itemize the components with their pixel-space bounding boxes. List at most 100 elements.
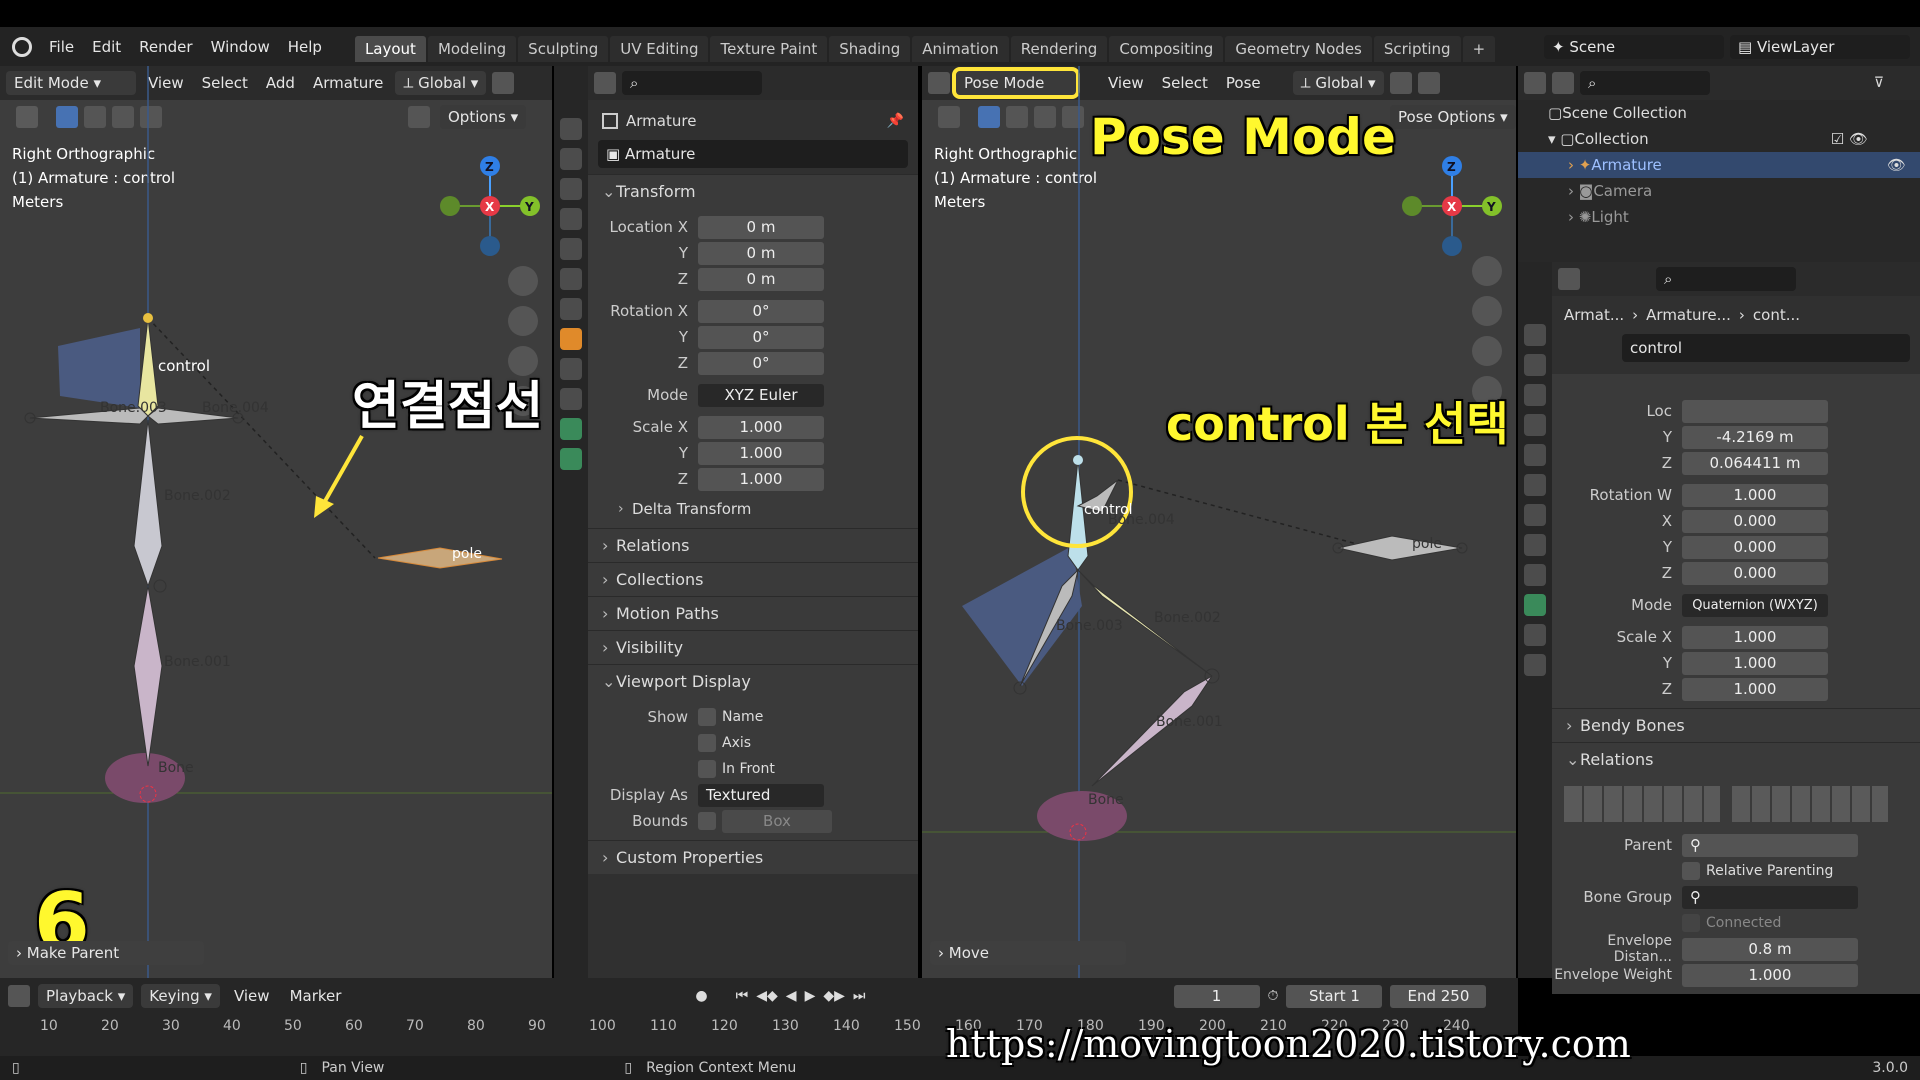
tool-tab-icon[interactable] [1524,324,1546,346]
editor-type-icon[interactable] [8,985,30,1007]
menu-help[interactable]: Help [279,38,331,56]
armature-data-tab-icon[interactable] [1524,564,1546,586]
editor-type-icon[interactable] [594,72,616,94]
current-frame-field[interactable]: 1 [1173,984,1260,1008]
tab-rendering[interactable]: Rendering [1010,36,1108,62]
render-tab-icon[interactable] [560,148,582,170]
right-viewport[interactable]: Pose Mode View Select Pose ⟂ Global ▾ Po… [922,66,1516,978]
breadcrumb-bone[interactable]: cont... [1753,306,1800,324]
collection-tab-icon[interactable] [560,298,582,320]
clock-icon[interactable]: ⏱ [1268,988,1279,1004]
tab-scripting[interactable]: Scripting [1373,36,1461,62]
rotation-w-field[interactable]: 1.000 [1682,483,1828,507]
left-viewport[interactable]: Edit Mode ▾ View Select Add Armature ⟂ G… [0,66,552,978]
rot-z-field[interactable]: 0.000 [1682,561,1828,585]
rotation-z-field[interactable]: 0° [698,351,824,375]
bone-group-field[interactable]: ⚲ [1682,885,1858,909]
end-frame-field[interactable]: End 250 [1390,984,1487,1008]
show-in-front-checkbox[interactable] [698,760,716,778]
jump-end-icon[interactable]: ⏭ [853,988,866,1004]
menu-window[interactable]: Window [202,38,279,56]
play-icon[interactable]: ▶ [805,988,816,1004]
tab-compositing[interactable]: Compositing [1109,36,1224,62]
object-tab-icon[interactable] [560,328,582,350]
modifier-tab-icon[interactable] [560,358,582,380]
left-armature-drawing[interactable] [0,66,552,978]
constraint-tab-icon[interactable] [560,388,582,410]
world-tab-icon[interactable] [560,268,582,290]
custom-properties-section-header[interactable]: › Custom Properties [588,840,918,874]
bendy-bones-section-header[interactable]: › Bendy Bones [1552,708,1920,742]
tab-layout[interactable]: Layout [354,36,426,62]
world-tab-icon[interactable] [1524,444,1546,466]
breadcrumb-object[interactable]: Armat... [1564,306,1624,324]
output-tab-icon[interactable] [1524,384,1546,406]
jump-start-icon[interactable]: ⏮ [736,988,749,1004]
menu-render[interactable]: Render [130,38,201,56]
bone-scale-z-field[interactable]: 1.000 [1682,677,1828,701]
envelope-distance-field[interactable]: 0.8 m [1682,937,1858,961]
editor-type-icon[interactable] [1558,268,1580,290]
delta-transform-header[interactable]: Delta Transform [632,500,751,518]
location-x-field[interactable]: 0 m [698,215,824,239]
tool-tab-icon[interactable] [560,118,582,140]
view-layer-tab-icon[interactable] [560,208,582,230]
scene-tab-icon[interactable] [560,238,582,260]
connected-checkbox[interactable] [1682,914,1700,932]
view-menu[interactable]: View [228,987,276,1005]
outliner-item-armature[interactable]: › ✦ Armature 👁 [1518,152,1920,178]
bone-loc-y-field[interactable]: -4.2169 m [1682,425,1828,449]
visibility-checkbox[interactable]: ☑ 👁 [1831,130,1868,148]
bone-tab-icon[interactable] [1524,594,1546,616]
rotation-y-field[interactable]: 0° [698,325,824,349]
scene-tab-icon[interactable] [1524,414,1546,436]
render-tab-icon[interactable] [1524,354,1546,376]
bone-props-search-input[interactable]: ⌕ [1656,267,1796,291]
rotation-x-field[interactable]: 0° [698,299,824,323]
add-workspace-button[interactable]: + [1462,36,1496,62]
scene-selector[interactable]: ✦ Scene [1544,34,1724,59]
bone-layers-grid[interactable] [1552,782,1920,826]
tab-uv-editing[interactable]: UV Editing [610,36,709,62]
envelope-weight-field[interactable]: 1.000 [1682,963,1858,987]
scale-x-field[interactable]: 1.000 [698,415,824,439]
keying-menu[interactable]: Keying ▾ [141,984,220,1008]
pin-icon[interactable]: 📌 [887,113,904,129]
show-name-checkbox[interactable] [698,708,716,726]
bounds-dropdown[interactable]: Box [722,809,832,833]
armature-data-tab-icon[interactable] [560,418,582,440]
scale-y-field[interactable]: 1.000 [698,441,824,465]
outliner-collection[interactable]: ▾ ▢ Collection ☑ 👁 [1518,126,1920,152]
display-as-dropdown[interactable]: Textured [698,783,824,807]
tab-sculpting[interactable]: Sculpting [518,36,609,62]
editor-type-icon[interactable] [1524,72,1546,94]
menu-edit[interactable]: Edit [83,38,130,56]
last-operator-panel[interactable]: › Move [930,941,1126,965]
relations-section-header[interactable]: › Relations [588,528,918,562]
bone-scale-x-field[interactable]: 1.000 [1682,625,1828,649]
transform-section-header[interactable]: ⌄ Transform [588,174,918,208]
bone-tab-icon[interactable] [560,448,582,470]
armature-visibility-icon[interactable]: 👁 [1887,156,1906,174]
outliner-item-light[interactable]: › ✺ Light [1518,204,1920,230]
record-icon[interactable]: ● [695,988,707,1004]
last-operator-panel[interactable]: › Make Parent [8,941,204,965]
outliner-scene-collection[interactable]: ▢ Scene Collection [1518,100,1920,126]
bone-loc-x-field[interactable] [1682,399,1828,423]
bone-loc-z-field[interactable]: 0.064411 m [1682,451,1828,475]
rot-x-field[interactable]: 0.000 [1682,509,1828,533]
bone-constraint-tab-icon[interactable] [1524,624,1546,646]
rot-y-field[interactable]: 0.000 [1682,535,1828,559]
display-mode-icon[interactable] [1552,72,1574,94]
start-frame-field[interactable]: Start 1 [1286,984,1383,1008]
bone-scale-y-field[interactable]: 1.000 [1682,651,1828,675]
motion-paths-section-header[interactable]: › Motion Paths [588,596,918,630]
next-keyframe-icon[interactable]: ◆▶ [823,988,845,1004]
visibility-section-header[interactable]: › Visibility [588,630,918,664]
view-layer-selector[interactable]: ▤ ViewLayer [1730,34,1910,59]
output-tab-icon[interactable] [560,178,582,200]
right-armature-drawing[interactable] [922,66,1516,978]
collections-section-header[interactable]: › Collections [588,562,918,596]
location-z-field[interactable]: 0 m [698,267,824,291]
object-tab-icon[interactable] [1524,474,1546,496]
